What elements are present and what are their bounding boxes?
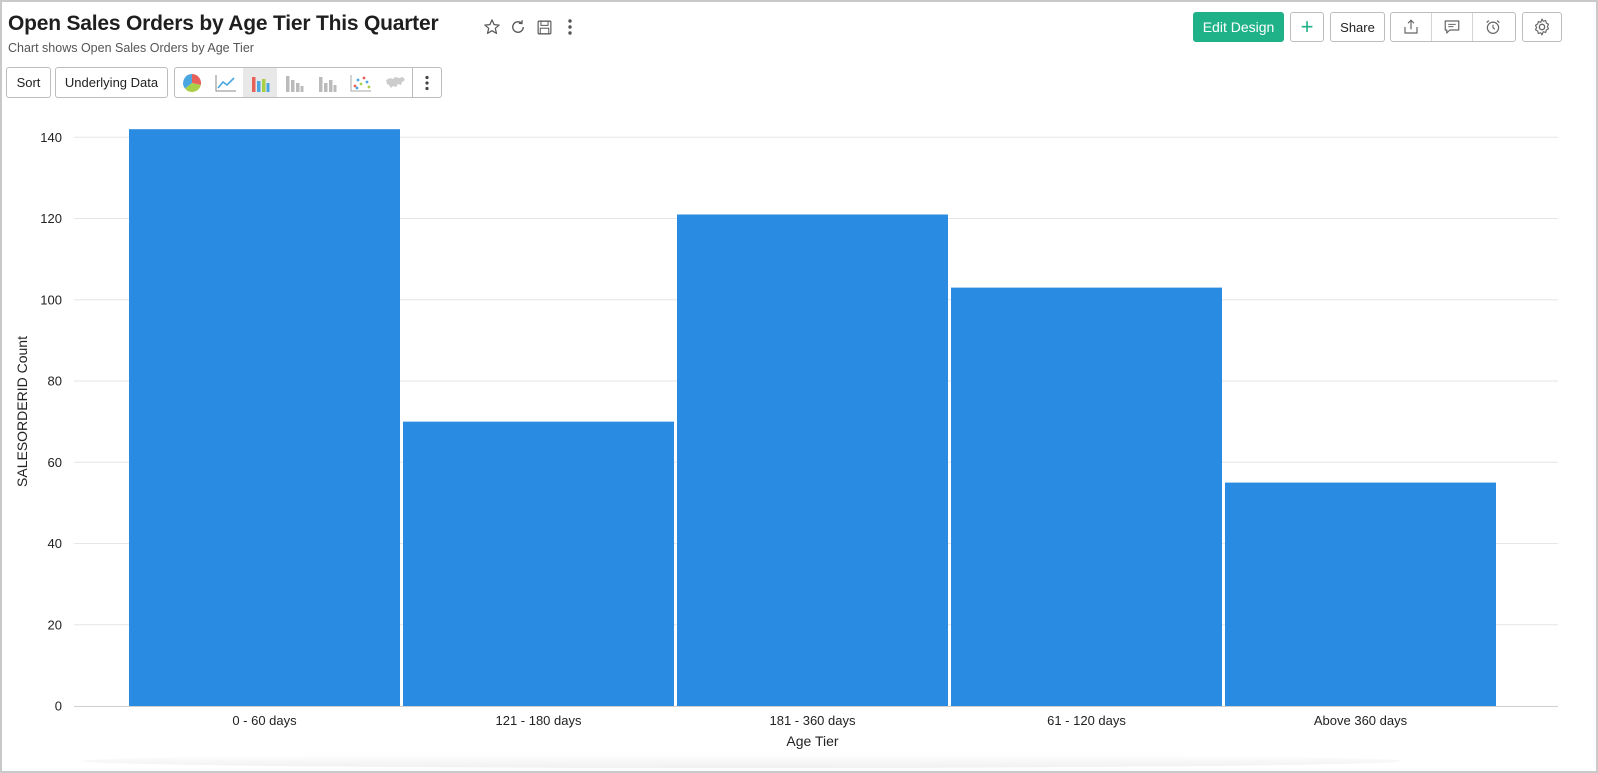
y-tick-label: 80 — [48, 374, 62, 389]
y-axis-title: SALESORDERID Count — [14, 336, 30, 487]
x-tick-label: 121 - 180 days — [495, 713, 582, 728]
x-tick-label: Above 360 days — [1314, 713, 1408, 728]
y-axis-ticks: 0 20 40 60 80 100 120 140 — [40, 130, 62, 714]
bar[interactable] — [677, 214, 948, 706]
y-tick-label: 40 — [48, 536, 62, 551]
x-tick-label: 181 - 360 days — [769, 713, 856, 728]
y-tick-label: 140 — [40, 130, 62, 145]
x-tick-label: 0 - 60 days — [232, 713, 297, 728]
report-frame: Open Sales Orders by Age Tier This Quart… — [0, 0, 1598, 773]
chart-bars — [129, 129, 1496, 706]
y-tick-label: 20 — [48, 617, 62, 632]
bar[interactable] — [951, 287, 1222, 706]
x-tick-label: 61 - 120 days — [1047, 713, 1126, 728]
y-tick-label: 60 — [48, 455, 62, 470]
scroll-shadow — [82, 754, 1402, 768]
x-axis-title: Age Tier — [786, 733, 838, 749]
bar[interactable] — [129, 129, 400, 706]
y-tick-label: 0 — [55, 699, 62, 714]
y-tick-label: 100 — [40, 292, 62, 307]
x-axis-ticks: 0 - 60 days 121 - 180 days 181 - 360 days 6… — [232, 713, 1407, 728]
bar-chart: 0 20 40 60 80 100 120 140 0 - 60 days 121 - 180 … — [14, 129, 1558, 749]
bar[interactable] — [403, 421, 674, 706]
y-tick-label: 120 — [40, 211, 62, 226]
bar[interactable] — [1225, 482, 1496, 706]
